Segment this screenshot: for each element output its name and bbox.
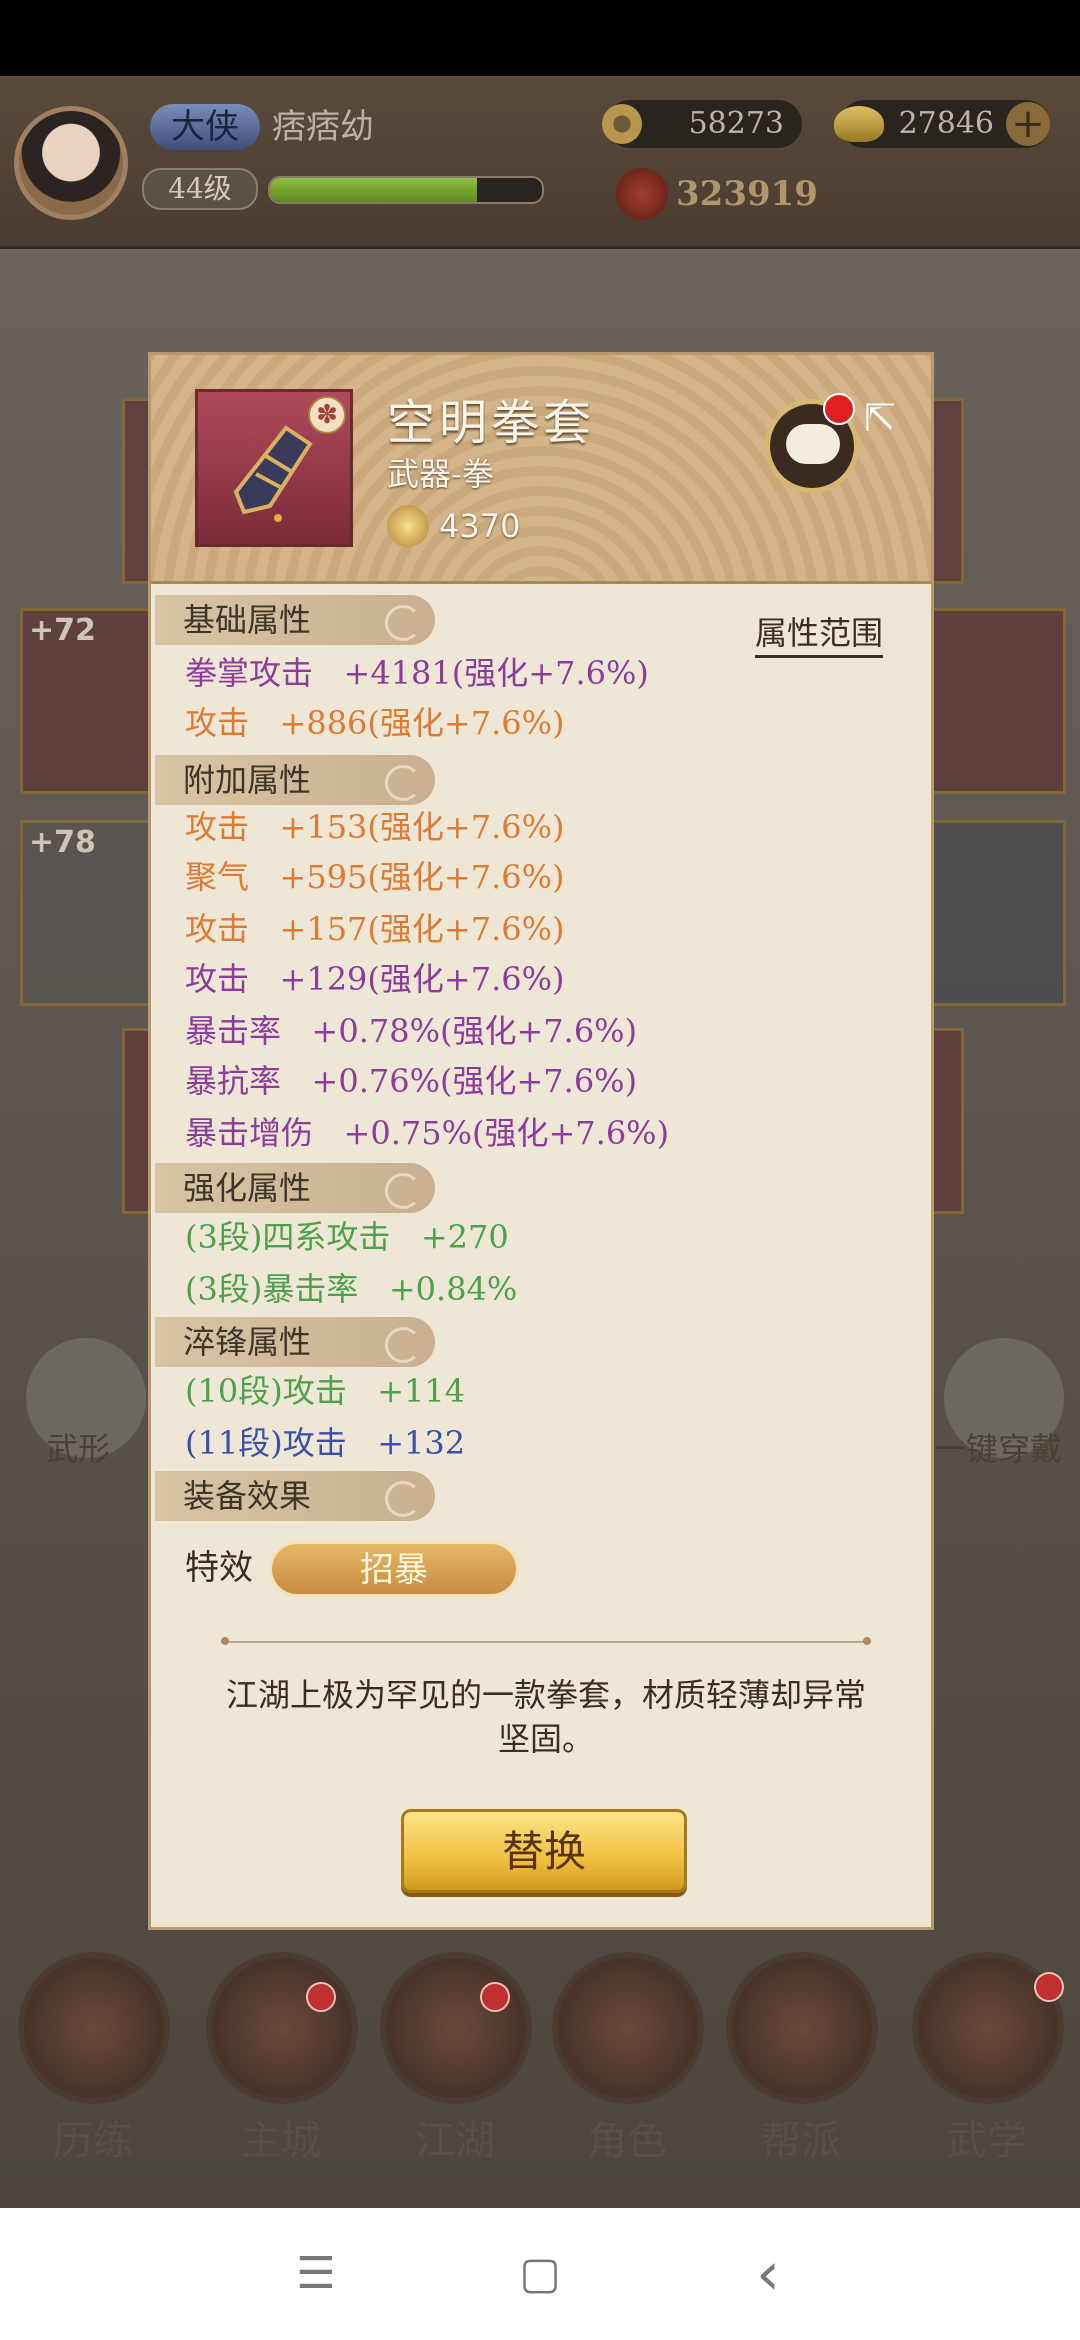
nav-label: 角色 xyxy=(587,2118,667,2164)
exp-bar-fill xyxy=(270,178,477,202)
equip-slot-bracer[interactable] xyxy=(920,820,1066,1006)
effect-label: 特效 xyxy=(185,1548,253,1588)
notification-dot xyxy=(823,393,855,425)
stat-line: 攻击 +886(强化+7.6%) xyxy=(185,704,565,742)
nav-character[interactable]: 角色 xyxy=(552,1952,704,2166)
nav-main-city[interactable]: 主城 xyxy=(206,1952,358,2166)
swirl-ornament xyxy=(385,605,421,641)
swirl-ornament xyxy=(385,765,421,801)
section-title: 强化属性 xyxy=(183,1169,312,1207)
nav-label: 主城 xyxy=(241,2118,321,2164)
nav-label: 江湖 xyxy=(415,2118,495,2164)
section-enhance-attributes: 强化属性 xyxy=(155,1163,435,1213)
notification-dot xyxy=(1034,1972,1064,2002)
stat-line: 拳掌攻击 +4181(强化+7.6%) xyxy=(185,654,649,692)
martial-form-label: 武形 xyxy=(46,1430,111,1468)
city-icon xyxy=(206,1952,358,2104)
slot-level: +78 xyxy=(29,825,96,860)
level-badge: 44级 xyxy=(142,168,258,210)
notification-dot xyxy=(306,1982,336,2012)
section-equip-effect: 装备效果 xyxy=(155,1471,435,1521)
one-click-equip-label: 一键穿戴 xyxy=(934,1430,1063,1468)
item-header: ✽ 空明拳套 武器-拳 4370 ⇱ xyxy=(151,355,931,584)
swirl-ornament xyxy=(385,1327,421,1363)
combat-power-value: 323919 xyxy=(676,174,818,214)
section-title: 附加属性 xyxy=(183,761,312,799)
stat-line: (3段)暴击率 +0.84% xyxy=(185,1270,518,1308)
player-name: 痞痞幼 xyxy=(272,107,374,147)
player-avatar[interactable] xyxy=(14,106,128,220)
item-detail-dialog: ✽ 空明拳套 武器-拳 4370 ⇱ 基础属性 属性范围 拳掌攻击 +4181(… xyxy=(148,352,934,1930)
equip-slot-armor[interactable] xyxy=(920,608,1066,794)
home-icon[interactable]: ▢ xyxy=(514,2248,566,2300)
divider xyxy=(221,1637,871,1645)
nav-guild[interactable]: 帮派 xyxy=(726,1952,878,2166)
stat-line: 聚气 +595(强化+7.6%) xyxy=(185,858,565,896)
stat-line: 暴击率 +0.78%(强化+7.6%) xyxy=(185,1012,638,1050)
item-type: 武器-拳 xyxy=(387,455,494,493)
section-temper-attributes: 淬锋属性 xyxy=(155,1317,435,1367)
ingot-icon xyxy=(834,106,884,142)
gauntlet-icon xyxy=(233,425,313,522)
status-bar xyxy=(0,0,1080,76)
section-base-attributes: 基础属性 xyxy=(155,595,435,645)
section-title: 基础属性 xyxy=(183,601,312,639)
stat-line: (10段)攻击 +114 xyxy=(185,1372,466,1410)
coin-icon xyxy=(602,104,642,144)
item-icon-frame[interactable]: ✽ xyxy=(195,389,353,547)
stat-line: 暴抗率 +0.76%(强化+7.6%) xyxy=(185,1062,638,1100)
section-title: 淬锋属性 xyxy=(183,1323,312,1361)
swirl-ornament xyxy=(385,1481,421,1517)
system-nav-bar: ☰ ▢ ‹ xyxy=(0,2208,1080,2340)
nav-training[interactable]: 历练 xyxy=(18,1952,170,2166)
stat-line: 攻击 +153(强化+7.6%) xyxy=(185,808,565,846)
stat-line: 攻击 +129(强化+7.6%) xyxy=(185,960,565,998)
stat-line: 攻击 +157(强化+7.6%) xyxy=(185,910,565,948)
combat-power-icon xyxy=(616,168,668,220)
training-icon xyxy=(18,1952,170,2104)
section-title: 装备效果 xyxy=(183,1477,312,1515)
nav-label: 武学 xyxy=(947,2118,1027,2164)
equip-slot-robe[interactable]: +72 xyxy=(20,608,156,794)
jianghu-icon xyxy=(380,1952,532,2104)
back-icon[interactable]: ‹ xyxy=(742,2244,794,2304)
score-icon xyxy=(387,505,429,547)
replace-button[interactable]: 替换 xyxy=(401,1809,687,1893)
exp-bar xyxy=(268,176,544,204)
stat-line: (11段)攻击 +132 xyxy=(185,1424,466,1462)
item-name: 空明拳套 xyxy=(387,395,596,451)
menu-icon[interactable]: ☰ xyxy=(290,2248,342,2300)
attribute-range-link[interactable]: 属性范围 xyxy=(755,611,884,658)
stat-line: 暴击增伤 +0.75%(强化+7.6%) xyxy=(185,1114,670,1152)
nav-label: 帮派 xyxy=(761,2118,841,2164)
item-score: 4370 xyxy=(439,507,521,545)
equip-slot-belt[interactable]: +78 xyxy=(20,820,156,1006)
item-description: 江湖上极为罕见的一款拳套，材质轻薄却异常坚固。 xyxy=(225,1676,866,1758)
bottom-nav: 历练 主城 江湖 角色 帮派 武学 xyxy=(0,1936,1080,2208)
guild-icon xyxy=(726,1952,878,2104)
stat-line: (3段)四系攻击 +270 xyxy=(185,1218,509,1256)
share-icon[interactable]: ⇱ xyxy=(857,395,903,441)
notification-dot xyxy=(480,1982,510,2012)
quality-star-icon: ✽ xyxy=(308,396,346,434)
swirl-ornament xyxy=(385,1173,421,1209)
section-extra-attributes: 附加属性 xyxy=(155,755,435,805)
rank-badge: 大侠 xyxy=(150,104,260,150)
slot-level: +72 xyxy=(29,613,96,648)
player-top-bar: 大侠 痞痞幼 44级 58273 27846 + 323919 xyxy=(0,76,1080,249)
chat-icon xyxy=(786,424,840,464)
nav-jianghu[interactable]: 江湖 xyxy=(380,1952,532,2166)
character-icon xyxy=(552,1952,704,2104)
effect-tag[interactable]: 招暴 xyxy=(269,1541,519,1597)
nav-label: 历练 xyxy=(53,2118,133,2164)
add-currency-icon[interactable]: + xyxy=(1006,102,1050,146)
